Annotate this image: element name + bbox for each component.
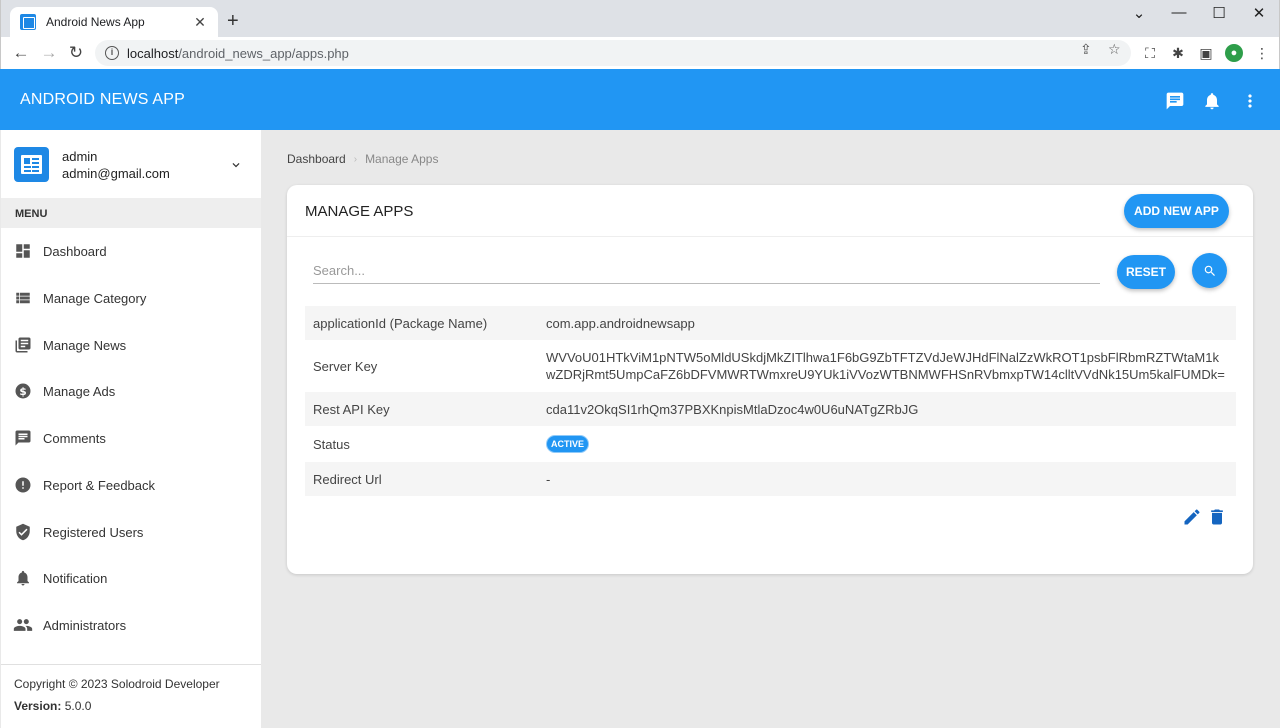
url-path: /android_news_app/apps.php [178, 45, 349, 61]
user-name: admin [62, 149, 98, 164]
message-icon[interactable] [1165, 91, 1185, 111]
detail-value: - [546, 471, 551, 487]
bell-icon [13, 568, 33, 588]
shield-icon [13, 522, 33, 542]
sidebar-item-label: Manage News [43, 337, 127, 353]
detail-value: cda11v2OkqSI1rhQm37PBXKnpisMtlaDzoc4w0U6… [546, 401, 919, 417]
add-new-app-button[interactable]: ADD NEW APP [1124, 194, 1229, 228]
sidebar-item-manage-news[interactable]: Manage News [1, 322, 261, 368]
extensions-icon[interactable]: ✱ [1169, 44, 1187, 62]
chevron-down-icon[interactable]: ⌄ [1119, 4, 1159, 22]
sidebar-item-dashboard[interactable]: Dashboard [1, 228, 261, 274]
detail-label: Redirect Url [313, 471, 382, 487]
page-title: MANAGE APPS [305, 203, 414, 220]
version-value: 5.0.0 [64, 699, 92, 713]
breadcrumb-home[interactable]: Dashboard [287, 152, 346, 166]
delete-icon[interactable] [1207, 507, 1227, 527]
manage-apps-card: MANAGE APPS ADD NEW APP RESET applicatio… [287, 185, 1253, 574]
list-icon [13, 288, 33, 308]
browser-tab-bar: Android News App ✕ + ⌄ — ☐ ✕ [0, 0, 1280, 37]
browser-tab[interactable]: Android News App ✕ [10, 7, 218, 37]
reset-button[interactable]: RESET [1117, 255, 1175, 289]
sidebar-item-label: Notification [43, 570, 108, 586]
table-row: Server Key WVVoU01HTkViM1pNTW5oMldUSkdjM… [305, 340, 1236, 392]
library-icon [13, 335, 33, 355]
search-input[interactable] [313, 258, 1100, 284]
screenshot-icon[interactable]: ⛶ [1141, 44, 1159, 62]
table-row: applicationId (Package Name) com.app.and… [305, 306, 1236, 340]
table-row: Status ACTIVE [305, 426, 1236, 462]
comment-icon [13, 428, 33, 448]
sidebar-item-report-feedback[interactable]: Report & Feedback [1, 462, 261, 508]
reload-icon[interactable]: ↻ [64, 41, 88, 65]
close-window-icon[interactable]: ✕ [1239, 4, 1279, 22]
profile-icon[interactable]: ● [1225, 44, 1243, 62]
tab-title: Android News App [46, 15, 145, 29]
sidebar: admin admin@gmail.com MENU Dashboard Man… [1, 130, 261, 728]
sidebar-item-manage-category[interactable]: Manage Category [1, 275, 261, 321]
detail-label: applicationId (Package Name) [313, 315, 488, 331]
detail-label: Server Key [313, 358, 378, 374]
search-icon [1204, 265, 1215, 276]
sidebar-item-comments[interactable]: Comments [1, 415, 261, 461]
info-icon[interactable]: i [105, 46, 119, 60]
sidebar-item-label: Manage Ads [43, 383, 116, 399]
menu-header: MENU [1, 198, 261, 228]
maximize-icon[interactable]: ☐ [1199, 4, 1239, 22]
table-row: Rest API Key cda11v2OkqSI1rhQm37PBXKnpis… [305, 392, 1236, 426]
star-icon[interactable]: ☆ [1108, 41, 1121, 58]
sidebar-item-manage-ads[interactable]: $ Manage Ads [1, 368, 261, 414]
minimize-icon[interactable]: — [1159, 4, 1199, 21]
dollar-icon: $ [13, 381, 33, 401]
sidebar-item-label: Registered Users [43, 524, 144, 540]
detail-value: WVVoU01HTkViM1pNTW5oMldUSkdjMkZITlhwa1F6… [546, 350, 1225, 382]
user-email: admin@gmail.com [62, 166, 170, 181]
sidebar-item-administrators[interactable]: Administrators [1, 602, 261, 648]
sidebar-footer: Copyright © 2023 Solodroid Developer Ver… [1, 664, 261, 728]
user-info: admin admin@gmail.com [1, 130, 261, 198]
forward-icon[interactable]: → [37, 41, 61, 65]
chevron-down-icon[interactable] [229, 158, 243, 172]
version-text: Version: 5.0.0 [14, 699, 248, 713]
url-field[interactable]: i localhost/android_news_app/apps.php [95, 40, 1131, 66]
more-vert-icon[interactable] [1240, 91, 1260, 111]
close-tab-icon[interactable]: ✕ [192, 14, 208, 31]
detail-label: Rest API Key [313, 401, 390, 417]
app-header: ANDROID NEWS APP [0, 69, 1280, 130]
sidebar-item-label: Dashboard [43, 243, 107, 259]
chevron-right-icon: › [353, 153, 358, 165]
search-button[interactable] [1192, 253, 1227, 288]
dashboard-icon [13, 241, 33, 261]
edit-icon[interactable] [1182, 507, 1202, 527]
card-header: MANAGE APPS ADD NEW APP [287, 185, 1253, 237]
avatar [14, 147, 49, 182]
detail-label: Status [313, 436, 350, 452]
svg-text:$: $ [19, 386, 26, 398]
app-title: ANDROID NEWS APP [20, 91, 186, 108]
sidebar-item-label: Administrators [43, 617, 127, 633]
chrome-menu-icon[interactable]: ⋮ [1253, 44, 1271, 62]
sidebar-item-notification[interactable]: Notification [1, 555, 261, 601]
sidebar-item-label: Manage Category [43, 290, 147, 306]
address-bar: ← → ↻ i localhost/android_news_app/apps.… [0, 37, 1280, 69]
sidebar-item-label: Comments [43, 430, 106, 446]
back-icon[interactable]: ← [9, 41, 33, 65]
copyright-text: Copyright © 2023 Solodroid Developer [14, 677, 220, 691]
alert-icon [13, 475, 33, 495]
new-tab-icon[interactable]: + [227, 10, 239, 32]
status-badge: ACTIVE [546, 435, 590, 453]
breadcrumb: Dashboard › Manage Apps [287, 152, 438, 166]
table-row: Redirect Url - [305, 462, 1236, 496]
people-icon [13, 615, 33, 635]
share-icon[interactable]: ⇪ [1080, 41, 1092, 58]
detail-value: com.app.androidnewsapp [546, 315, 695, 331]
news-favicon-icon [20, 14, 36, 30]
version-label: Version: [14, 699, 62, 713]
breadcrumb-current: Manage Apps [365, 152, 439, 166]
url-host: localhost [127, 45, 179, 61]
sidebar-item-registered-users[interactable]: Registered Users [1, 509, 261, 555]
bell-icon[interactable] [1202, 91, 1222, 111]
sidepanel-icon[interactable]: ▣ [1197, 44, 1215, 62]
sidebar-item-label: Report & Feedback [43, 477, 156, 493]
